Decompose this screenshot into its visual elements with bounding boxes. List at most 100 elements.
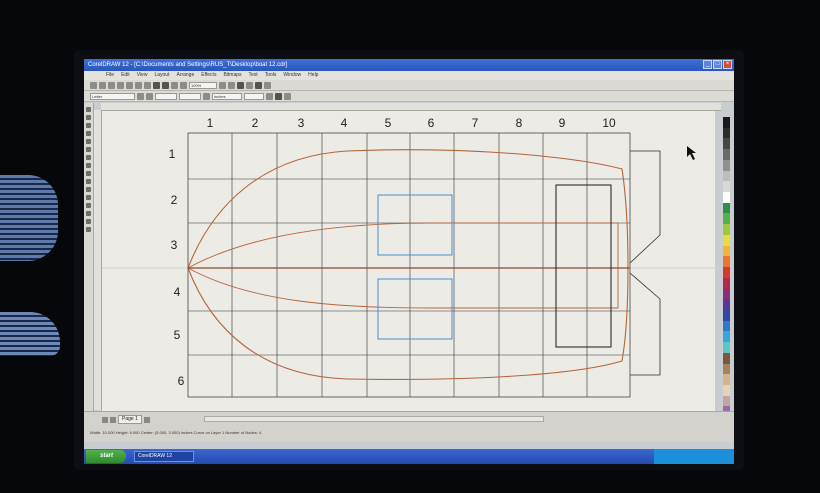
previous-page-icon[interactable] bbox=[110, 416, 116, 423]
palette-swatch[interactable] bbox=[723, 234, 730, 246]
palette-swatch[interactable] bbox=[723, 267, 730, 278]
smart-fill-tool-icon[interactable] bbox=[86, 147, 91, 152]
palette-swatch[interactable] bbox=[723, 224, 730, 235]
palette-swatch[interactable] bbox=[723, 159, 730, 171]
menu-arrange[interactable]: Arrange bbox=[176, 71, 194, 80]
palette-swatch[interactable] bbox=[723, 374, 730, 385]
new-icon[interactable] bbox=[90, 81, 97, 89]
first-page-icon[interactable] bbox=[102, 416, 108, 423]
palette-swatch[interactable] bbox=[723, 352, 730, 364]
horizontal-scrollbar[interactable] bbox=[204, 416, 544, 422]
horizontal-ruler[interactable] bbox=[101, 103, 721, 111]
interactive-fill-tool-icon[interactable] bbox=[86, 227, 91, 232]
palette-swatch[interactable] bbox=[723, 299, 730, 310]
landscape-icon[interactable] bbox=[146, 92, 153, 100]
basic-shapes-tool-icon[interactable] bbox=[86, 179, 91, 184]
eyedropper-tool-icon[interactable] bbox=[86, 203, 91, 208]
menu-effects[interactable]: Effects bbox=[201, 71, 216, 80]
palette-swatch[interactable] bbox=[723, 384, 730, 396]
options-icon[interactable] bbox=[246, 81, 253, 89]
zoom-level-field[interactable]: 100% bbox=[189, 81, 217, 89]
import-icon[interactable] bbox=[171, 81, 178, 89]
open-icon[interactable] bbox=[99, 81, 106, 89]
palette-swatch[interactable] bbox=[723, 192, 730, 203]
zoom-tool-icon[interactable] bbox=[86, 131, 91, 136]
ellipse-tool-icon[interactable] bbox=[86, 163, 91, 168]
fill-tool-icon[interactable] bbox=[86, 219, 91, 224]
status-bar-text: Width: 10.000 Height: 6.000 Center: (5.0… bbox=[90, 430, 262, 435]
print-icon[interactable] bbox=[117, 81, 124, 89]
palette-swatch[interactable] bbox=[723, 363, 730, 375]
all-pages-icon[interactable] bbox=[203, 92, 210, 100]
maximize-button[interactable]: □ bbox=[713, 60, 722, 69]
polygon-tool-icon[interactable] bbox=[86, 171, 91, 176]
corel-online-icon[interactable] bbox=[237, 81, 244, 89]
palette-swatch[interactable] bbox=[723, 170, 730, 182]
drawing-canvas[interactable]: 1 2 3 4 5 6 7 8 9 10 1 2 3 4 5 6 bbox=[102, 111, 715, 411]
palette-swatch[interactable] bbox=[723, 213, 730, 225]
menu-bitmaps[interactable]: Bitmaps bbox=[223, 71, 241, 80]
menu-file[interactable]: File bbox=[106, 71, 114, 80]
freehand-tool-icon[interactable] bbox=[86, 139, 91, 144]
palette-swatch[interactable] bbox=[723, 202, 730, 214]
minimize-button[interactable]: _ bbox=[703, 60, 712, 69]
guides-icon[interactable] bbox=[264, 81, 271, 89]
zoom-icon[interactable] bbox=[219, 81, 226, 89]
menu-help[interactable]: Help bbox=[308, 71, 318, 80]
close-button[interactable]: × bbox=[723, 60, 732, 69]
palette-swatch[interactable] bbox=[723, 342, 730, 353]
taskbar-item-coreldraw[interactable]: CorelDRAW 12 bbox=[134, 451, 194, 462]
paste-icon[interactable] bbox=[144, 81, 151, 89]
rectangle-tool-icon[interactable] bbox=[86, 155, 91, 160]
palette-swatch[interactable] bbox=[723, 149, 730, 160]
vertical-ruler[interactable] bbox=[94, 110, 102, 410]
palette-swatch[interactable] bbox=[723, 117, 730, 128]
interactive-blend-tool-icon[interactable] bbox=[86, 195, 91, 200]
palette-swatch[interactable] bbox=[723, 256, 730, 268]
redo-icon[interactable] bbox=[162, 81, 169, 89]
menu-layout[interactable]: Layout bbox=[154, 71, 169, 80]
menu-window[interactable]: Window bbox=[283, 71, 301, 80]
palette-swatch[interactable] bbox=[723, 320, 730, 332]
palette-swatch[interactable] bbox=[723, 127, 730, 139]
menu-text[interactable]: Text bbox=[249, 71, 258, 80]
paper-type-select[interactable]: Letter bbox=[90, 92, 135, 100]
palette-swatch[interactable] bbox=[723, 288, 730, 300]
text-tool-icon[interactable] bbox=[86, 187, 91, 192]
palette-swatch[interactable] bbox=[723, 138, 730, 150]
palette-swatch[interactable] bbox=[723, 395, 730, 407]
menu-edit[interactable]: Edit bbox=[121, 71, 130, 80]
page-tab-1[interactable]: Page 1 bbox=[118, 415, 142, 424]
undo-icon[interactable] bbox=[153, 81, 160, 89]
snap-icon[interactable] bbox=[255, 81, 262, 89]
menu-tools[interactable]: Tools bbox=[265, 71, 277, 80]
portrait-icon[interactable] bbox=[137, 92, 144, 100]
pick-tool-icon[interactable] bbox=[86, 107, 91, 112]
column-label: 9 bbox=[559, 116, 566, 130]
export-icon[interactable] bbox=[180, 81, 187, 89]
copy-icon[interactable] bbox=[135, 81, 142, 89]
palette-swatch[interactable] bbox=[723, 331, 730, 343]
units-select[interactable]: inches bbox=[212, 92, 242, 100]
palette-swatch[interactable] bbox=[723, 181, 730, 193]
outline-tool-icon[interactable] bbox=[86, 211, 91, 216]
save-icon[interactable] bbox=[108, 81, 115, 89]
page-options-icon[interactable] bbox=[284, 92, 291, 100]
start-button[interactable]: start bbox=[86, 450, 126, 463]
crop-tool-icon[interactable] bbox=[86, 123, 91, 128]
page-width-field[interactable] bbox=[155, 92, 177, 100]
application-launcher-icon[interactable] bbox=[228, 81, 235, 89]
column-label: 2 bbox=[252, 116, 259, 130]
palette-swatch[interactable] bbox=[723, 245, 730, 257]
duplicate-distance-icon[interactable] bbox=[266, 92, 273, 100]
palette-swatch[interactable] bbox=[723, 309, 730, 321]
page-height-field[interactable] bbox=[179, 92, 201, 100]
shape-tool-icon[interactable] bbox=[86, 115, 91, 120]
menu-view[interactable]: View bbox=[137, 71, 148, 80]
cut-icon[interactable] bbox=[126, 81, 133, 89]
nudge-field[interactable] bbox=[244, 92, 264, 100]
row-label: 5 bbox=[174, 328, 181, 342]
palette-swatch[interactable] bbox=[723, 277, 730, 289]
next-page-icon[interactable] bbox=[143, 416, 150, 423]
treat-as-filled-icon[interactable] bbox=[275, 92, 282, 100]
